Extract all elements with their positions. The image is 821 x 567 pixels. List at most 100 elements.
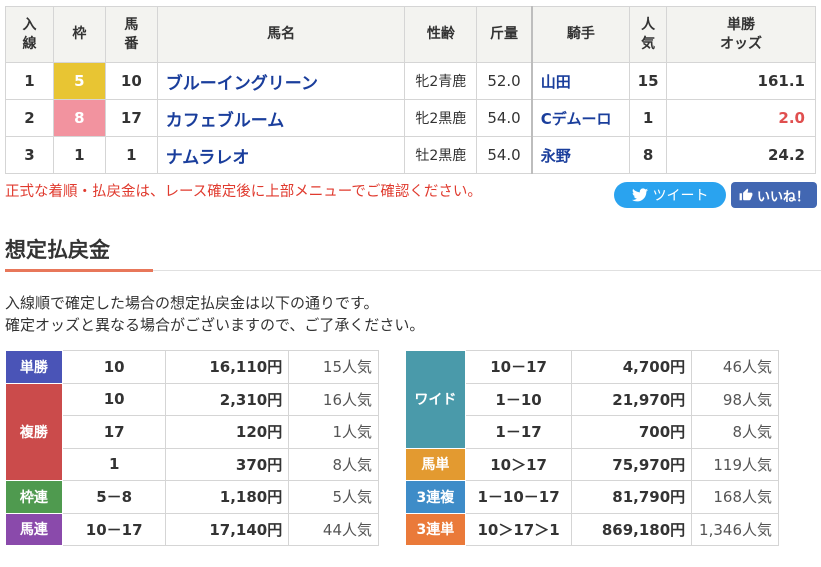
bet-type-fukusho: 複勝 — [5, 382, 63, 481]
tweet-button[interactable]: ツイート — [614, 182, 726, 208]
payout-amount: 16,110円 — [165, 350, 290, 384]
payout-combo: 17 — [61, 415, 167, 449]
payout-combo: 1 — [61, 447, 167, 481]
payout-row: 3連単 10＞17＞1 869,180円 1,346人気 — [405, 512, 779, 546]
payout-popularity: 1人気 — [288, 415, 379, 449]
payout-combo: 1－10 — [464, 382, 573, 416]
payout-row: 単勝 10 16,110円 15人気 — [5, 350, 379, 384]
intro-line: 確定オッズと異なる場合がございますので、ご了承ください。 — [5, 316, 425, 334]
popularity: 15 — [629, 62, 668, 100]
header-rank: 入線 — [5, 6, 54, 63]
result-row: 1 5 10 ブルーイングリーン 牝2青鹿 52.0 山田 15 161.1 — [5, 62, 816, 100]
like-label: いいね！ — [756, 189, 809, 205]
twitter-bird-icon — [631, 188, 648, 202]
payout-combo: 10＞17 — [464, 447, 573, 481]
horse-number: 10 — [104, 62, 158, 100]
carried-weight: 54.0 — [476, 99, 533, 137]
header-num: 馬番 — [104, 6, 158, 63]
payout-row: 枠連 5－8 1,180円 5人気 — [5, 480, 379, 514]
waku-cell: 1 — [52, 136, 106, 174]
win-odds: 161.1 — [666, 62, 816, 100]
carried-weight: 52.0 — [476, 62, 533, 100]
payout-combo: 10－17 — [61, 512, 167, 546]
section-title: 想定払戻金 — [5, 238, 110, 262]
tweet-label: ツイート — [652, 188, 709, 204]
payout-popularity: 119人気 — [691, 447, 779, 481]
header-horse: 馬名 — [156, 6, 406, 63]
payout-combo: 1－17 — [464, 415, 573, 449]
payout-amount: 17,140円 — [165, 512, 290, 546]
payout-popularity: 8人気 — [691, 415, 779, 449]
payout-row: 馬単 10＞17 75,970円 119人気 — [405, 447, 779, 481]
horse-name-link[interactable]: カフェブルーム — [156, 99, 406, 137]
payout-popularity: 16人気 — [288, 382, 379, 416]
sex-age: 牝2黒鹿 — [404, 99, 478, 137]
header-weight: 斤量 — [476, 6, 533, 63]
payout-amount: 700円 — [571, 415, 693, 449]
horse-name-link[interactable]: ブルーイングリーン — [156, 62, 406, 100]
bet-type-sanrenpuku: 3連複 — [405, 480, 466, 514]
popularity: 1 — [629, 99, 668, 137]
payout-row: 17 120円 1人気 — [6, 415, 379, 449]
header-waku: 枠 — [52, 6, 106, 63]
popularity: 8 — [629, 136, 668, 174]
payout-row: 馬連 10－17 17,140円 44人気 — [5, 512, 379, 546]
header-pop: 人気 — [629, 6, 668, 63]
payout-amount: 120円 — [165, 415, 290, 449]
payout-amount: 1,180円 — [165, 480, 290, 514]
like-button[interactable]: いいね！ — [731, 182, 817, 208]
result-notice: 正式な着順・払戻金は、レース確定後に上部メニューでご確認ください。 — [5, 184, 482, 200]
payout-combo: 10＞17＞1 — [464, 512, 573, 546]
payout-popularity: 98人気 — [691, 382, 779, 416]
header-sex: 性齢 — [404, 6, 478, 63]
payout-popularity: 1,346人気 — [691, 512, 779, 546]
section-intro: 入線順で確定した場合の想定払戻金は以下の通りです。 確定オッズと異なる場合がござ… — [5, 292, 424, 336]
results-table: 入線 枠 馬番 馬名 性齢 斤量 騎手 人気 単勝 オッズ 1 5 10 ブルーイ… — [5, 6, 816, 174]
bet-type-umatan: 馬単 — [405, 447, 466, 481]
waku-badge: 1 — [53, 137, 105, 173]
jockey-link[interactable]: 永野 — [530, 136, 631, 174]
horse-number: 17 — [104, 99, 158, 137]
payout-combo: 1－10－17 — [464, 480, 573, 514]
payout-popularity: 46人気 — [691, 350, 779, 384]
jockey-link[interactable]: 山田 — [530, 62, 631, 100]
sex-age: 牡2黒鹿 — [404, 136, 478, 174]
payout-amount: 75,970円 — [571, 447, 693, 481]
payout-popularity: 168人気 — [691, 480, 779, 514]
result-row: 2 8 17 カフェブルーム 牝2黒鹿 54.0 Cデムーロ 1 2.0 — [5, 99, 816, 137]
waku-cell: 5 — [52, 62, 106, 100]
payout-amount: 21,970円 — [571, 382, 693, 416]
payout-amount: 2,310円 — [165, 382, 290, 416]
payout-popularity: 44人気 — [288, 512, 379, 546]
payout-row: 1 370円 8人気 — [6, 447, 379, 481]
section-divider-accent — [5, 269, 153, 272]
payout-amount: 4,700円 — [571, 350, 693, 384]
bet-type-wide: ワイド — [405, 350, 466, 449]
horse-name-link[interactable]: ナムラレオ — [156, 136, 406, 174]
payout-combo: 5－8 — [61, 480, 167, 514]
payout-combo: 10－17 — [464, 350, 573, 384]
thumbs-up-icon — [739, 188, 753, 201]
jockey-link[interactable]: Cデムーロ — [530, 99, 631, 137]
sex-age: 牝2青鹿 — [404, 62, 478, 100]
payout-row: 複勝 10 2,310円 16人気 — [5, 382, 379, 481]
payout-row: 3連複 1－10－17 81,790円 168人気 — [405, 480, 779, 514]
payout-amount: 81,790円 — [571, 480, 693, 514]
carried-weight: 54.0 — [476, 136, 533, 174]
win-odds: 2.0 — [666, 99, 816, 137]
waku-cell: 8 — [52, 99, 106, 137]
bet-type-sanrentan: 3連単 — [405, 512, 466, 546]
result-row: 3 1 1 ナムラレオ 牡2黒鹿 54.0 永野 8 24.2 — [5, 136, 816, 174]
waku-badge: 5 — [53, 63, 105, 99]
bet-type-tansho: 単勝 — [5, 350, 63, 384]
header-odds: 単勝 オッズ — [666, 6, 816, 63]
payout-combo: 10 — [61, 382, 167, 416]
intro-line: 入線順で確定した場合の想定払戻金は以下の通りです。 — [5, 294, 379, 312]
payout-combo: 10 — [61, 350, 167, 384]
payout-popularity: 5人気 — [288, 480, 379, 514]
payout-table-left: 単勝 10 16,110円 15人気 複勝 10 2,310円 16人気 17 … — [5, 350, 379, 546]
payout-table-right: ワイド 10－17 4,700円 46人気 1－10 21,970円 98人気 … — [405, 350, 779, 546]
bet-type-wakuren: 枠連 — [5, 480, 63, 514]
rank-cell: 2 — [5, 99, 54, 137]
payout-amount: 869,180円 — [571, 512, 693, 546]
